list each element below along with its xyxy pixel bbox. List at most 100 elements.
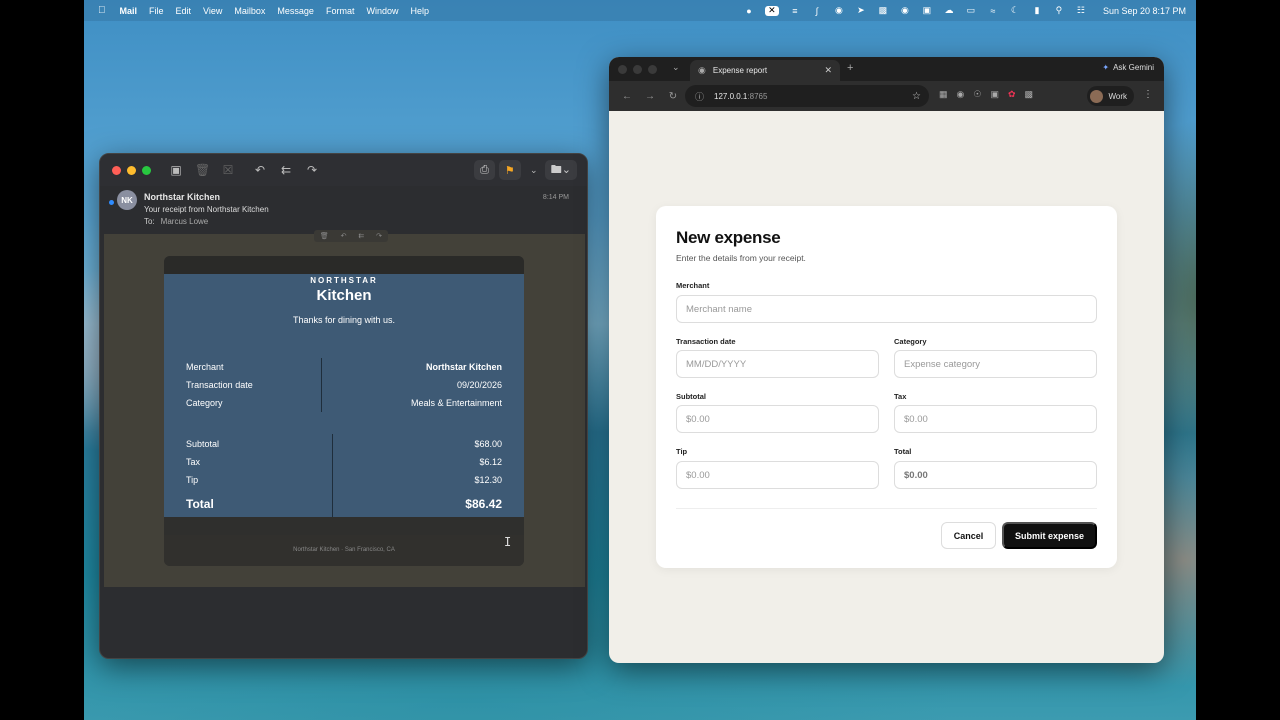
archive-icon[interactable]: ▣ [169,163,183,177]
profile-button[interactable]: Work [1087,86,1134,106]
tax-input[interactable] [894,405,1097,433]
cancel-button[interactable]: Cancel [941,522,996,549]
menu-edit[interactable]: Edit [176,6,192,16]
menu-view[interactable]: View [203,6,222,16]
receipt-row-total: Total $86.42 [186,497,502,511]
thanks-text: Thanks for dining with us. [292,315,396,325]
hover-forward-icon[interactable]: ↷ [376,232,382,240]
receipt-row-subtotal: Subtotal $68.00 [186,439,502,449]
ask-gemini-button[interactable]: ✦ Ask Gemini [1102,63,1154,72]
trash-icon[interactable]: 🗑 [195,163,210,177]
new-tab-icon[interactable]: + [847,62,853,74]
hover-trash-icon[interactable]: 🗑 [320,232,329,240]
toolbar: ← → ↻ ⓘ 127.0.0.1:8765 ☆ ▦ ◉ ☉ ▣ ✿ ▩ Wor… [609,81,1164,111]
forward-icon[interactable]: ↷ [305,163,319,177]
profile-avatar [1090,89,1104,103]
tab-strip: ⌄ ◉ Expense report ✕ + ✦ Ask Gemini [609,57,1164,81]
control-center-icon[interactable]: ☷ [1075,5,1087,16]
menu-file[interactable]: File [149,6,164,16]
browser-zoom-button[interactable] [648,65,657,74]
total-label: Total [186,497,214,511]
menu-clock[interactable]: Sun Sep 20 8:17 PM [1103,6,1186,16]
menu-mailbox[interactable]: Mailbox [234,6,265,16]
bars-icon[interactable]: ≡ [789,6,801,16]
battery-icon[interactable]: ▮ [1031,5,1043,16]
apple-icon[interactable]:  [98,5,106,16]
category-field-label: Category [894,337,927,346]
reload-icon[interactable]: ↻ [665,91,681,102]
form-subtitle: Enter the details from your receipt. [676,253,806,263]
menu-help[interactable]: Help [410,6,429,16]
total-input[interactable] [894,461,1097,489]
extension-password-icon[interactable]: ☉ [973,89,981,100]
flag-icon[interactable]: ⚑ [498,160,521,180]
reply-icon[interactable]: ↶ [253,163,267,177]
junk-icon[interactable]: ☒ [221,163,235,177]
record-icon[interactable]: ● [743,6,755,16]
date-input[interactable] [676,350,879,378]
text-cursor-icon: I [504,535,512,549]
x-app-icon[interactable]: ✕ [764,5,779,16]
cloud-icon[interactable]: ☁ [943,5,955,16]
display-icon[interactable]: ▭ [965,5,977,16]
browser-close-button[interactable] [618,65,627,74]
url-port: :8765 [747,91,768,101]
extension-swirl-icon[interactable]: ✿ [1008,89,1016,100]
merchant-input[interactable] [676,295,1097,323]
browser-minimize-button[interactable] [633,65,642,74]
menu-message[interactable]: Message [277,6,314,16]
password-icon[interactable]: ◉ [833,5,845,16]
hover-reply-icon[interactable]: ↶ [341,232,347,240]
camera-icon[interactable]: ▣ [921,5,933,16]
sender-name[interactable]: Northstar Kitchen [144,186,587,202]
tab-close-icon[interactable]: ✕ [824,65,832,76]
reply-all-icon[interactable]: ⇇ [279,163,293,177]
receipt-row-category: Category Meals & Entertainment [186,398,502,408]
zoom-window-button[interactable] [142,165,151,175]
extension-grid-icon[interactable]: ▦ [939,89,948,100]
extension-badge-icon[interactable]: ▣ [990,89,999,100]
tab-title: Expense report [712,66,768,75]
back-icon[interactable]: ← [619,91,635,102]
site-info-icon[interactable]: ⓘ [695,90,704,103]
grammar-icon[interactable]: ◉ [899,5,911,16]
window-icon[interactable]: ▩ [877,5,889,16]
tab-expense-report[interactable]: ◉ Expense report ✕ [690,60,840,81]
date-value: 09/20/2026 [456,380,502,390]
menu-format[interactable]: Format [326,6,355,16]
hover-reply-all-icon[interactable]: ⇇ [358,232,364,240]
to-value[interactable]: Marcus Lowe [161,217,209,226]
category-input[interactable] [894,350,1097,378]
print-icon[interactable]: ⎙ [474,160,495,180]
menu-app-mail[interactable]: Mail [120,6,138,16]
wifi-icon[interactable]: ≈ [987,6,999,16]
tip-label: Tip [186,475,199,485]
close-window-button[interactable] [112,165,121,175]
brand-title: Kitchen [316,287,372,304]
tip-input[interactable] [676,461,879,489]
arrow-app-icon[interactable]: ➤ [855,5,867,16]
minimize-window-button[interactable] [127,165,136,175]
more-menu-icon[interactable]: ⋮ [1143,89,1153,100]
submit-expense-button[interactable]: Submit expense [1002,522,1097,549]
forward-icon[interactable]: → [642,91,658,102]
message-time: 8:14 PM [542,194,569,201]
bookmark-star-icon[interactable]: ☆ [912,91,921,102]
moon-icon[interactable]: ☾ [1009,5,1021,16]
brand-small: NORTHSTAR [310,276,378,285]
recipient-line: To: Marcus Lowe [144,217,587,226]
move-folder-icon[interactable]: 🖿⌄ [544,160,577,180]
menu-window[interactable]: Window [366,6,398,16]
search-icon[interactable]: ⚲ [1053,5,1065,16]
receipt: NORTHSTAR Kitchen Thanks for dining with… [164,256,524,566]
gemini-label: Ask Gemini [1113,63,1154,72]
date-field-label: Transaction date [676,337,736,346]
extension-camera-icon[interactable]: ◉ [957,89,965,100]
tab-search-chevron-icon[interactable]: ⌄ [672,62,680,73]
total-value: $86.42 [465,497,502,511]
address-bar[interactable]: ⓘ 127.0.0.1:8765 ☆ [685,85,929,107]
extensions-puzzle-icon[interactable]: ▩ [1025,89,1034,100]
s-app-icon[interactable]: ∫ [811,6,823,16]
chevron-down-icon[interactable]: ⌄ [527,165,541,176]
subtotal-input[interactable] [676,405,879,433]
